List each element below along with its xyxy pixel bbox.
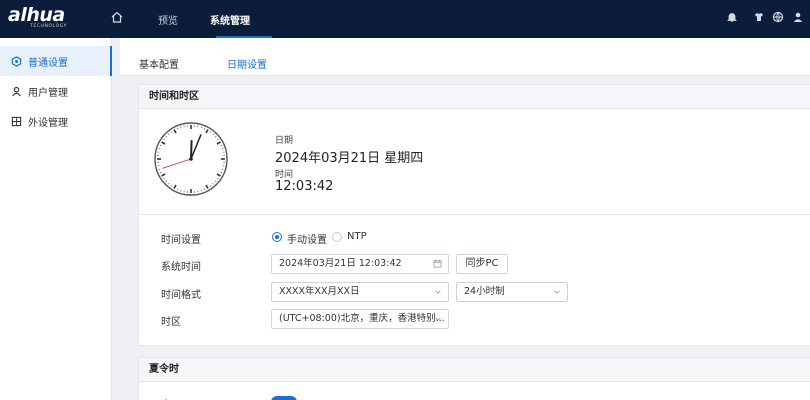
- device-grid-icon: [10, 115, 22, 127]
- sidebar-item-general-settings[interactable]: 普通设置: [0, 46, 112, 76]
- panel-title: 夏令时: [139, 358, 810, 382]
- home-icon[interactable]: [110, 10, 124, 24]
- radio-manual[interactable]: [272, 232, 282, 242]
- hexagon-settings-icon: [10, 55, 22, 67]
- nav-preview[interactable]: 预览: [158, 12, 178, 27]
- brand-logo: alhua TECHNOLOGY: [8, 6, 78, 32]
- date-label: 日期: [275, 136, 294, 146]
- date-value: 2024年03月21日 星期四: [275, 151, 424, 166]
- timezone-value: (UTC+08:00)北京，重庆，香港特别...: [279, 313, 445, 324]
- sync-pc-button[interactable]: 同步PC: [456, 254, 508, 274]
- analog-clock: [154, 122, 228, 196]
- section-divider: [139, 214, 810, 215]
- time-value: 12:03:42: [275, 179, 334, 194]
- timezone-label: 时区: [161, 317, 181, 328]
- brand-tagline: TECHNOLOGY: [30, 24, 67, 29]
- system-time-input[interactable]: 2024年03月21日 12:03:42: [271, 254, 449, 274]
- system-time-value: 2024年03月21日 12:03:42: [279, 258, 402, 269]
- date-format-value: XXXX年XX月XX日: [279, 286, 360, 297]
- time-format-label: 时间格式: [161, 290, 201, 301]
- active-tab-indicator: [216, 36, 272, 38]
- time-setting-label: 时间设置: [161, 235, 201, 246]
- shirt-icon[interactable]: [753, 11, 765, 23]
- sidebar: 普通设置 用户管理 外设管理: [0, 38, 112, 400]
- brand-name: alhua: [8, 4, 65, 26]
- globe-icon[interactable]: [772, 11, 784, 23]
- sidebar-item-peripheral-management[interactable]: 外设管理: [0, 106, 112, 136]
- dst-enable-label: 启用: [161, 396, 181, 400]
- user-account-icon[interactable]: [792, 11, 804, 23]
- dst-enable-toggle[interactable]: [271, 396, 297, 400]
- sidebar-item-label: 普通设置: [28, 57, 68, 69]
- date-format-select[interactable]: XXXX年XX月XX日: [271, 282, 449, 302]
- sidebar-item-label: 用户管理: [28, 87, 68, 99]
- dst-panel: 夏令时 启用: [138, 357, 810, 400]
- nav-system-management[interactable]: 系统管理: [210, 12, 250, 27]
- radio-ntp-label[interactable]: NTP: [347, 231, 367, 242]
- hour-format-select[interactable]: 24小时制: [456, 282, 568, 302]
- radio-ntp[interactable]: [332, 232, 342, 242]
- hour-format-value: 24小时制: [464, 286, 505, 297]
- top-navigation-bar: alhua TECHNOLOGY 预览 系统管理: [0, 0, 810, 38]
- time-timezone-panel: 时间和时区 日期 2024年03月21日 星期四 时间 12:03:42 时间设…: [138, 84, 810, 346]
- chevron-down-icon: [553, 283, 561, 301]
- bell-icon[interactable]: [726, 11, 738, 23]
- calendar-icon: [433, 255, 442, 273]
- timezone-select[interactable]: (UTC+08:00)北京，重庆，香港特别...: [271, 309, 449, 329]
- panel-title: 时间和时区: [139, 85, 810, 109]
- system-time-label: 系统时间: [161, 262, 201, 273]
- user-icon: [10, 85, 22, 97]
- chevron-down-icon: [434, 310, 442, 328]
- radio-manual-label[interactable]: 手动设置: [287, 231, 327, 246]
- tab-date-settings[interactable]: 日期设置: [227, 56, 267, 71]
- tab-basic-config[interactable]: 基本配置: [139, 56, 179, 71]
- sidebar-item-user-management[interactable]: 用户管理: [0, 76, 112, 106]
- sidebar-item-label: 外设管理: [28, 117, 68, 129]
- chevron-down-icon: [434, 283, 442, 301]
- tab-bar: 基本配置 日期设置: [120, 38, 810, 76]
